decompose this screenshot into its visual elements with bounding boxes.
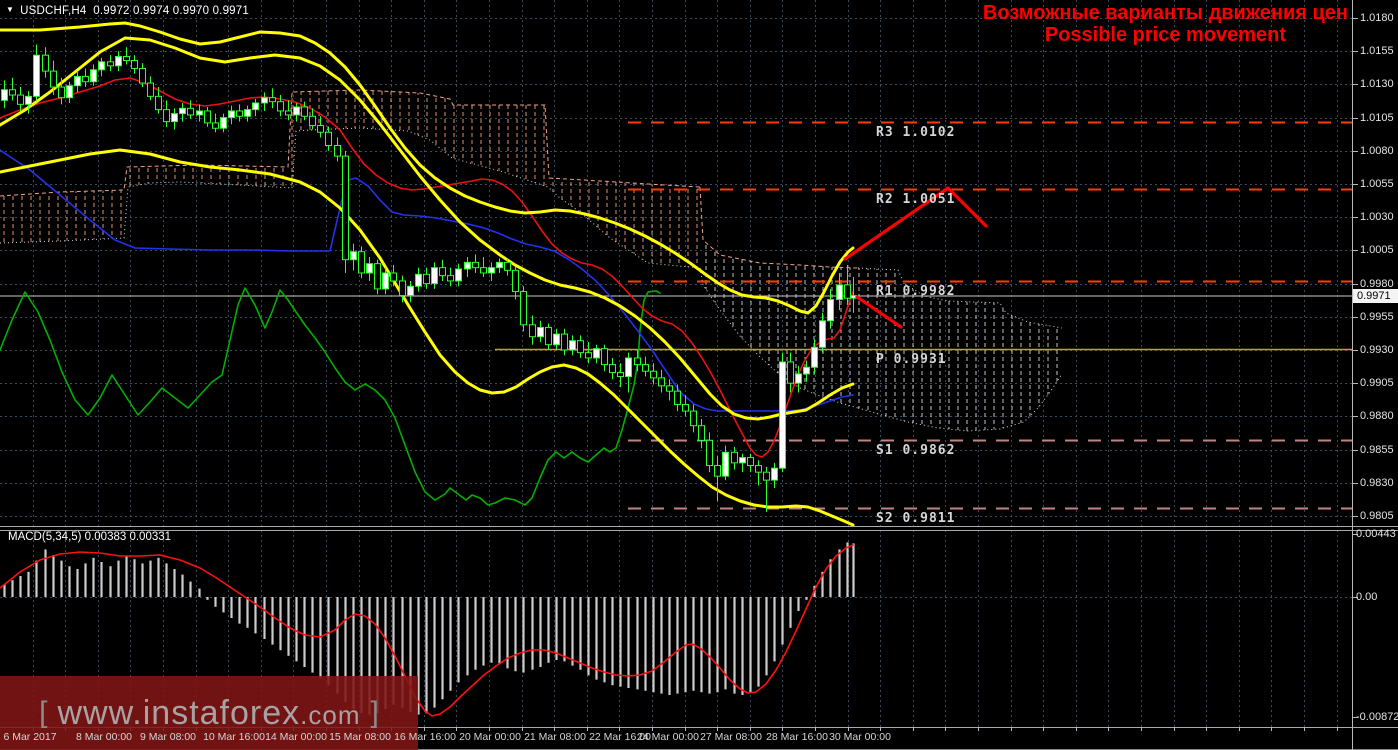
price-axis-label: 0.9905	[1360, 377, 1394, 390]
macd-axis-label: -0.00872	[1356, 711, 1398, 723]
price-axis-label: 1.0130	[1360, 78, 1394, 91]
price-axis-label: 0.9930	[1360, 344, 1394, 356]
price-axis-label: 1.0155	[1360, 45, 1394, 58]
pivot-level-label-r1: R1 0.9982	[876, 283, 956, 299]
price-axis-label: 1.0055	[1360, 178, 1394, 190]
price-axis-label: 0.9855	[1360, 443, 1394, 456]
macd-indicator-label: MACD(5,34,5) 0.00383 0.00331	[8, 531, 172, 543]
watermark-tld: .com	[300, 699, 361, 730]
time-axis-label: 27 Mar 08:00	[700, 731, 762, 743]
price-axis-label: 1.0080	[1360, 144, 1394, 157]
price-axis-label: 0.9980	[1360, 277, 1394, 290]
current-price-badge: 0.9971	[1353, 289, 1398, 303]
price-axis-label: 0.9880	[1360, 410, 1394, 423]
pivot-level-label-s1: S1 0.9862	[876, 443, 956, 459]
price-axis-label: 1.0030	[1360, 211, 1394, 224]
time-axis-label: 14 Mar 00:00	[265, 731, 327, 743]
price-axis-label: 1.0005	[1360, 244, 1394, 257]
time-axis-label: 9 Mar 08:00	[139, 731, 197, 743]
pivot-level-label-r3: R3 1.0102	[876, 124, 956, 140]
forecast-annotation-en: Possible price movement	[1044, 24, 1287, 46]
time-axis-label: 30 Mar 00:00	[829, 731, 891, 743]
watermark-open-bracket: [	[39, 696, 48, 729]
macd-axis-label: 0.00	[1356, 591, 1378, 603]
forecast-annotation-ru: Возможные варианты движения цен	[982, 2, 1348, 24]
macd-axis-label: 0.00443	[1356, 528, 1396, 540]
ohlc-values: 0.9972 0.9974 0.9970 0.9971	[93, 5, 249, 17]
time-axis-label: 24 Mar 00:00	[637, 731, 699, 743]
time-axis-label: 28 Mar 16:00	[766, 731, 828, 743]
time-axis-label: 20 Mar 00:00	[459, 731, 521, 743]
symbol-dropdown-icon[interactable]: ▼	[6, 5, 14, 14]
chart-canvas[interactable]	[0, 0, 1398, 750]
chart-title: ▼ USDCHF,H4 0.9972 0.9974 0.9970 0.9971	[6, 5, 249, 17]
watermark-site-text: www.instaforex.com	[57, 693, 361, 732]
price-axis-label: 1.0105	[1360, 111, 1394, 124]
time-axis-label: 8 Mar 00:00	[75, 731, 133, 743]
price-axis-label: 1.0180	[1360, 12, 1394, 24]
time-axis-label: 21 Mar 08:00	[524, 731, 586, 743]
mt4-chart-window: ▼ USDCHF,H4 0.9972 0.9974 0.9970 0.9971 M…	[0, 0, 1398, 750]
time-axis-label: 10 Mar 16:00	[203, 731, 265, 743]
time-axis-label: 6 Mar 2017	[3, 731, 57, 743]
pivot-level-label-s2: S2 0.9811	[876, 511, 956, 527]
price-axis-label: 0.9955	[1360, 310, 1394, 323]
time-axis-label: 16 Mar 16:00	[394, 731, 456, 743]
price-axis-label: 0.9830	[1360, 476, 1394, 489]
forecast-annotation: Возможные варианты движения цен Possible…	[983, 2, 1348, 46]
price-axis-label: 0.9805	[1360, 510, 1394, 522]
watermark-close-bracket: ]	[370, 696, 379, 729]
pivot-level-label-r2: R2 1.0051	[876, 192, 956, 208]
time-axis-label: 15 Mar 08:00	[329, 731, 391, 743]
symbol-timeframe: USDCHF,H4	[20, 5, 87, 17]
pivot-level-label-p: P 0.9931	[876, 351, 947, 367]
